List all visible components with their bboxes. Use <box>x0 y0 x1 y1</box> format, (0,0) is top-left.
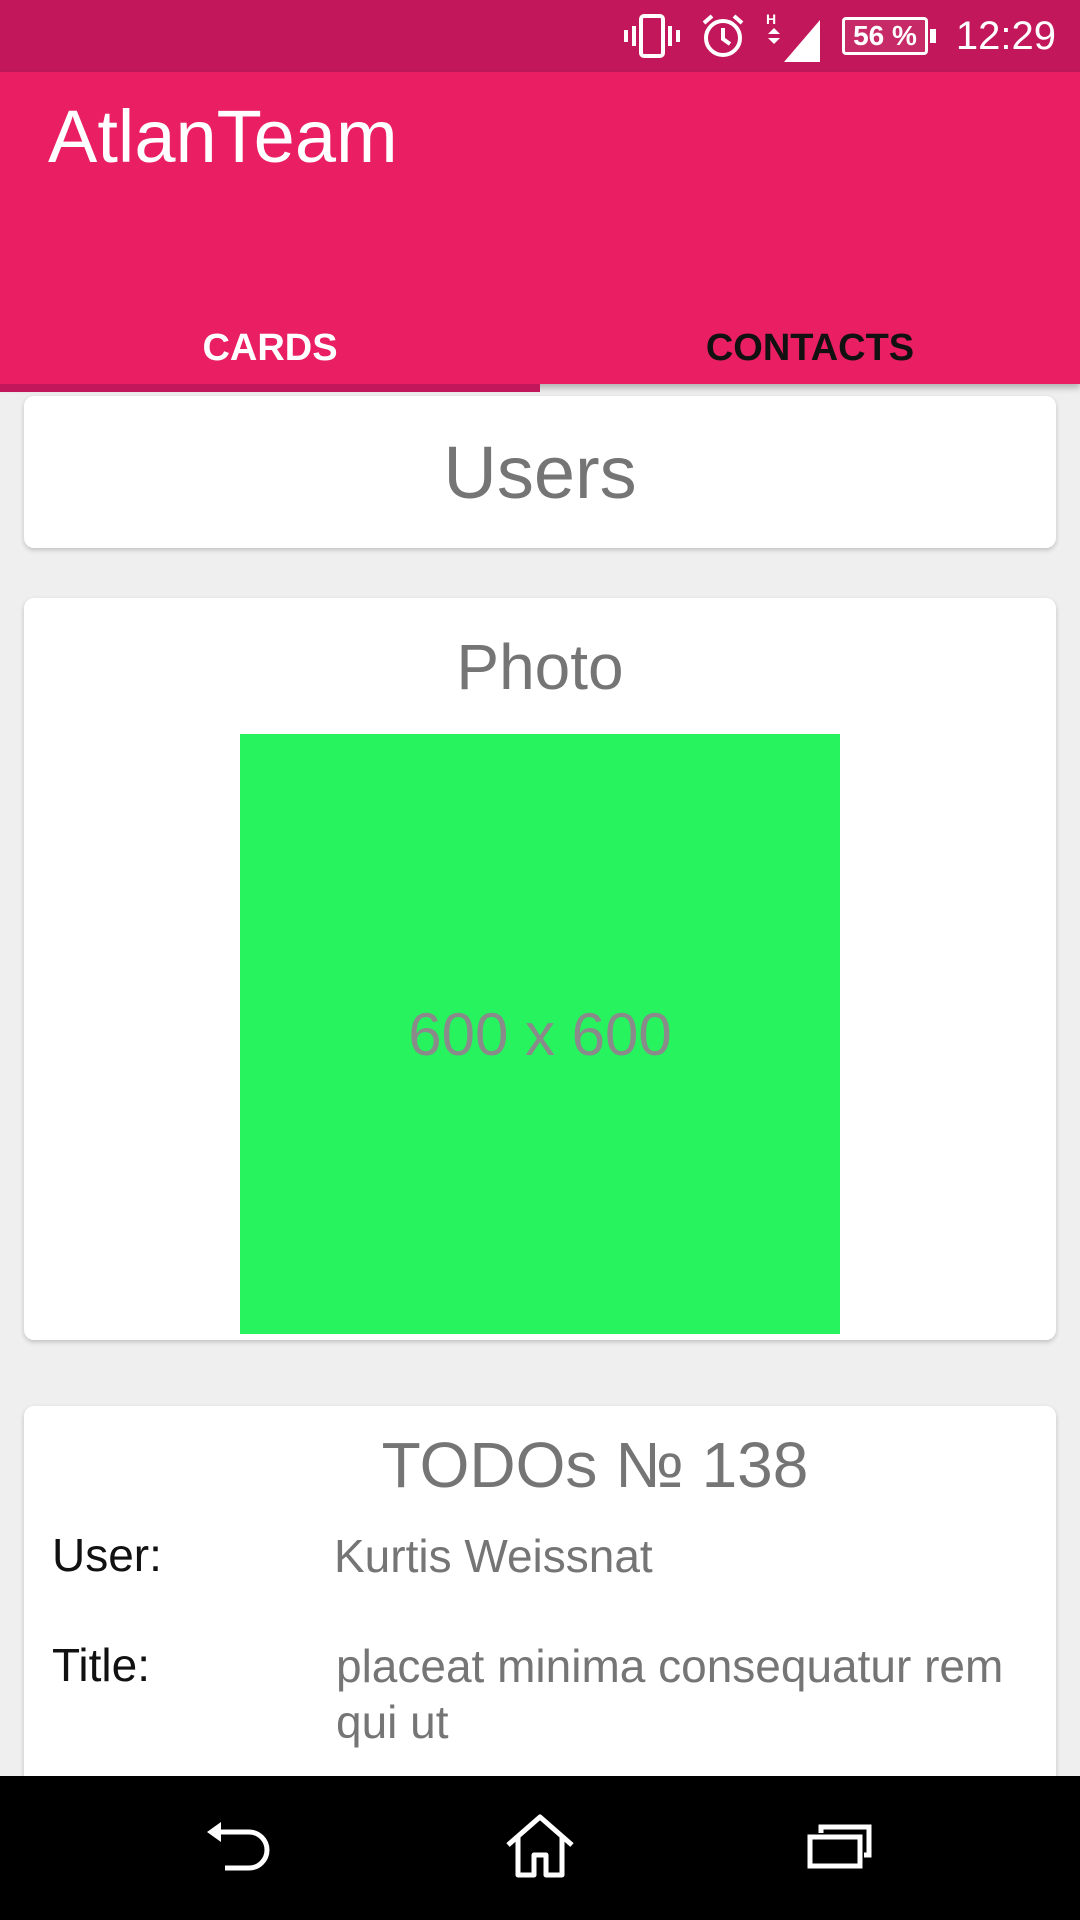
signal-icon: H <box>766 10 822 62</box>
photo-card[interactable]: Photo 600 x 600 <box>24 598 1056 1340</box>
tab-contacts-label: CONTACTS <box>705 326 915 369</box>
todo-title-value: placeat minima consequatur rem qui ut <box>336 1640 1004 1748</box>
vibrate-icon <box>624 14 681 58</box>
photo-placeholder-label: 600 x 600 <box>408 1000 672 1068</box>
todo-user-label: User: <box>52 1529 162 1581</box>
photo-placeholder: 600 x 600 <box>240 734 840 1334</box>
app-bar: AtlanTeam CARDS CONTACTS <box>0 72 1080 392</box>
tab-contacts[interactable]: CONTACTS <box>540 312 1080 384</box>
todo-user-value: Kurtis Weissnat <box>334 1530 653 1582</box>
users-card-title: Users <box>443 430 637 514</box>
tab-bar: CARDS CONTACTS <box>0 312 1080 392</box>
app-title: AtlanTeam <box>48 95 398 178</box>
photo-card-title: Photo <box>456 631 624 703</box>
svg-text:H: H <box>766 11 776 27</box>
recents-icon <box>807 1823 873 1874</box>
todo-title-label: Title: <box>52 1639 150 1691</box>
cards-list[interactable]: Users Photo 600 x 600 TODOs № 138 User: … <box>0 384 1080 1776</box>
clock: 12:29 <box>955 13 1056 58</box>
tab-cards-label: CARDS <box>202 326 338 369</box>
tab-cards[interactable]: CARDS <box>0 312 540 392</box>
home-button[interactable] <box>440 1776 640 1920</box>
battery-nub <box>929 29 936 43</box>
status-icons: H 56 % 12:29 <box>624 0 1056 72</box>
recents-button[interactable] <box>740 1776 940 1920</box>
users-card[interactable]: Users <box>24 396 1056 548</box>
back-icon <box>205 1820 275 1877</box>
status-bar: H 56 % 12:29 <box>0 0 1080 72</box>
battery-level: 56 % <box>842 17 928 55</box>
todo-card[interactable]: TODOs № 138 User: Kurtis Weissnat Title:… <box>24 1406 1056 1776</box>
home-icon <box>504 1813 576 1884</box>
todo-card-title: TODOs № 138 <box>381 1429 809 1501</box>
battery-icon: 56 % <box>842 17 936 55</box>
back-button[interactable] <box>140 1776 340 1920</box>
alarm-icon <box>700 13 746 59</box>
navigation-bar <box>0 1776 1080 1920</box>
